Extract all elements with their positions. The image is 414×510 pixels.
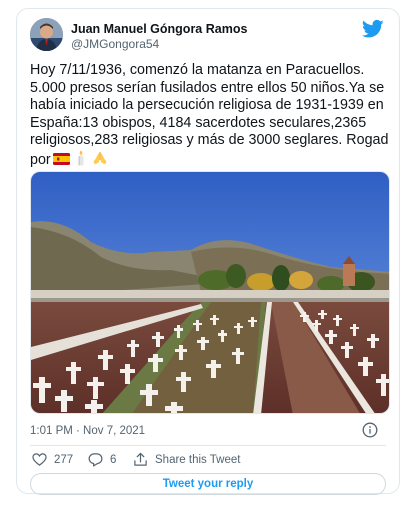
info-icon[interactable] [362, 422, 378, 438]
tweet-your-reply-button[interactable]: Tweet your reply [30, 473, 386, 495]
share-button[interactable]: Share this Tweet [133, 452, 240, 467]
tweet-timestamp[interactable]: 1:01 PM · Nov 7, 2021 [30, 425, 145, 437]
tweet-text: Hoy 7/11/1936, comenzó la matanza en Par… [30, 62, 390, 170]
spain-flag-icon [52, 152, 70, 165]
share-label: Share this Tweet [155, 453, 241, 466]
candle-icon [73, 150, 89, 166]
tweet-photo[interactable] [30, 171, 390, 414]
twitter-bird-icon[interactable] [361, 19, 384, 39]
like-button[interactable]: 277 [32, 452, 73, 467]
author-name[interactable]: Juan Manuel Góngora Ramos [71, 22, 247, 36]
divider [30, 445, 386, 446]
reply-button[interactable]: 6 [88, 452, 116, 467]
tweet-card: Juan Manuel Góngora Ramos @JMGongora54 H… [16, 8, 400, 495]
reply-bubble-icon [88, 453, 103, 467]
praying-hands-icon [92, 150, 108, 166]
author-avatar[interactable] [30, 18, 63, 51]
author-handle[interactable]: @JMGongora54 [71, 37, 159, 51]
heart-icon [32, 453, 47, 466]
like-count: 277 [54, 453, 74, 466]
reply-count: 6 [110, 453, 117, 466]
share-icon [134, 452, 147, 466]
